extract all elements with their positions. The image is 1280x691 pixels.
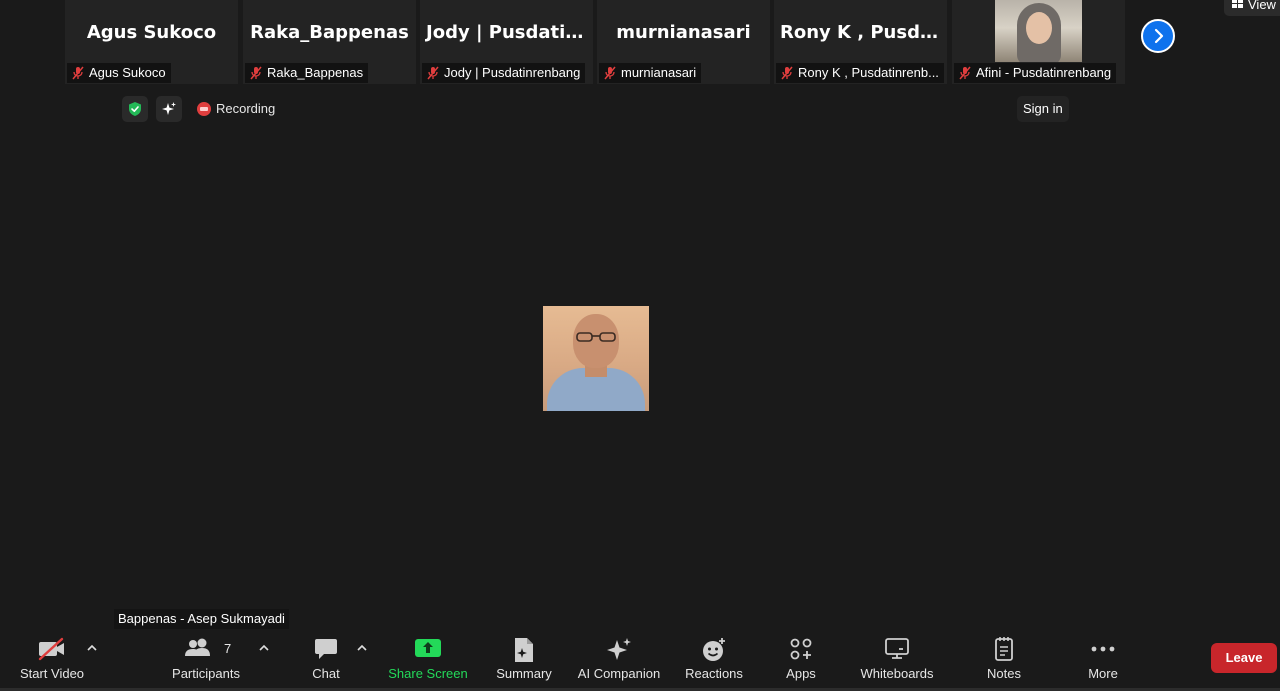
participants-icon (185, 638, 210, 656)
summary-icon (515, 638, 533, 662)
participant-display-name: Rony K , Pusdat... (780, 22, 947, 43)
recording-label: Recording (216, 101, 276, 116)
apps-label: Apps (786, 666, 816, 681)
more-icon (1091, 646, 1115, 652)
mic-muted-icon (604, 66, 616, 80)
summary-button[interactable]: Summary (492, 632, 556, 688)
share-screen-button[interactable]: Share Screen (386, 632, 470, 688)
security-button[interactable] (122, 96, 148, 122)
mic-muted-icon (781, 66, 793, 80)
view-label: View (1248, 0, 1276, 12)
chat-label: Chat (312, 666, 340, 681)
apps-button[interactable]: Apps (776, 632, 826, 688)
chevron-right-icon (1154, 28, 1164, 44)
participant-tag-label: Afini - Pusdatinrenbang (976, 65, 1112, 80)
record-icon (197, 102, 211, 116)
active-speaker-video (543, 306, 649, 411)
notes-label: Notes (987, 666, 1021, 681)
chat-button[interactable]: Chat (300, 632, 352, 688)
apps-icon (790, 638, 812, 660)
participant-tag-label: murnianasari (621, 65, 697, 80)
participant-display-name: Raka_Bappenas (250, 22, 409, 43)
view-button[interactable]: View (1224, 0, 1280, 16)
participant-tag-label: Raka_Bappenas (267, 65, 364, 80)
participant-tag-label: Rony K , Pusdatinrenb... (798, 65, 939, 80)
whiteboards-label: Whiteboards (860, 666, 934, 681)
mic-muted-icon (250, 66, 262, 80)
whiteboard-icon (885, 638, 909, 659)
participant-name-tag: Agus Sukoco (67, 63, 171, 83)
leave-button[interactable]: Leave (1211, 643, 1277, 673)
participants-button[interactable]: Participants (165, 632, 247, 688)
reactions-button[interactable]: Reactions (682, 632, 746, 688)
ai-companion-status-button[interactable] (156, 96, 182, 122)
recording-indicator[interactable]: Recording (194, 96, 275, 122)
participant-tile[interactable]: Raka_Bappenas Raka_Bappenas (243, 0, 416, 84)
participant-name-tag: Jody | Pusdatinrenbang (422, 63, 586, 83)
whiteboards-button[interactable]: Whiteboards (852, 632, 942, 688)
participants-count: 7 (224, 641, 232, 656)
start-video-button[interactable]: Start Video (12, 632, 92, 688)
participant-tile-video[interactable]: Afini - Pusdatinrenbang (952, 0, 1125, 84)
mic-muted-icon (959, 66, 971, 80)
participant-tile[interactable]: Agus Sukoco Agus Sukoco (65, 0, 238, 84)
participant-tile[interactable]: murnianasari murnianasari (597, 0, 770, 84)
emoji-icon (703, 638, 725, 661)
meeting-toolbar: Start Video Participants 7 Chat Share Sc… (0, 632, 1280, 691)
more-button[interactable]: More (1078, 632, 1128, 688)
ai-companion-label: AI Companion (577, 666, 661, 681)
participant-name-tag: murnianasari (599, 63, 702, 83)
participant-tag-label: Jody | Pusdatinrenbang (444, 65, 581, 80)
active-speaker-name: Bappenas - Asep Sukmayadi (114, 609, 289, 629)
participant-name-tag: Raka_Bappenas (245, 63, 369, 83)
next-page-button[interactable] (1141, 19, 1175, 53)
summary-label: Summary (496, 666, 552, 681)
participants-label: Participants (172, 666, 240, 681)
participant-display-name: murnianasari (616, 22, 751, 43)
sparkle-icon (162, 102, 176, 115)
participant-video (995, 0, 1082, 62)
share-screen-label: Share Screen (388, 666, 468, 681)
participant-tile[interactable]: Jody | Pusdatin... Jody | Pusdatinrenban… (420, 0, 593, 84)
start-video-label: Start Video (19, 666, 85, 681)
chevron-up-icon[interactable] (356, 642, 368, 654)
chevron-up-icon[interactable] (86, 642, 98, 654)
grid-icon (1232, 0, 1243, 8)
participant-tag-label: Agus Sukoco (89, 65, 166, 80)
participant-display-name: Agus Sukoco (86, 22, 217, 43)
chat-icon (315, 639, 337, 659)
sign-in-button[interactable]: Sign in (1017, 96, 1069, 122)
notes-icon (995, 637, 1013, 661)
participant-name-tag: Rony K , Pusdatinrenb... (776, 63, 944, 83)
more-label: More (1088, 666, 1118, 681)
participant-tile[interactable]: Rony K , Pusdat... Rony K , Pusdatinrenb… (774, 0, 947, 84)
video-off-icon (38, 637, 64, 661)
chevron-up-icon[interactable] (258, 642, 270, 654)
notes-button[interactable]: Notes (976, 632, 1032, 688)
participant-strip: Agus Sukoco Agus Sukoco Raka_Bappenas Ra… (0, 0, 1280, 86)
mic-muted-icon (427, 66, 439, 80)
mic-muted-icon (72, 66, 84, 80)
ai-companion-button[interactable]: AI Companion (574, 632, 664, 688)
shield-check-icon (129, 102, 141, 116)
reactions-label: Reactions (685, 666, 743, 681)
participant-display-name: Jody | Pusdatin... (426, 22, 593, 43)
participant-name-tag: Afini - Pusdatinrenbang (954, 63, 1117, 83)
sparkle-icon (607, 638, 631, 660)
share-screen-icon (415, 639, 441, 657)
